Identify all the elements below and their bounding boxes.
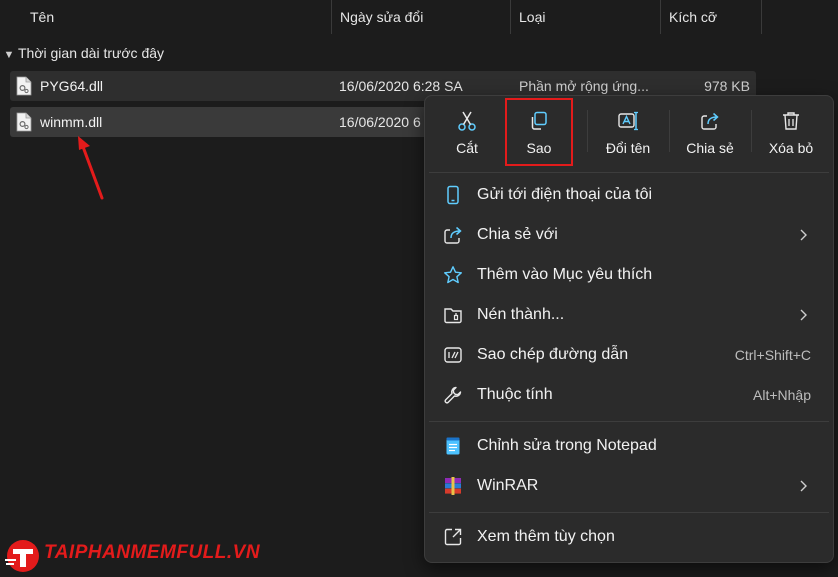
wrench-icon xyxy=(444,386,462,404)
winrar-icon xyxy=(445,477,461,495)
toolbar-divider xyxy=(751,110,752,152)
shortcut-text: Ctrl+Shift+C xyxy=(734,347,811,363)
menu-item-properties[interactable]: Thuộc tính Alt+Nhập xyxy=(425,377,833,413)
notepad-icon xyxy=(446,437,460,455)
share-button[interactable]: Chia sẻ xyxy=(671,104,749,164)
toolbar-divider xyxy=(669,110,670,152)
chevron-right-icon xyxy=(800,309,807,321)
chevron-right-icon xyxy=(800,480,807,492)
menu-item-send-to-phone[interactable]: Gửi tới điện thoại của tôi xyxy=(425,177,833,213)
menu-item-label: Thuộc tính xyxy=(477,386,553,403)
menu-item-label: Sao chép đường dẫn xyxy=(477,346,629,363)
menu-item-add-favorite[interactable]: Thêm vào Mục yêu thích xyxy=(425,257,833,293)
menu-item-more-options[interactable]: Xem thêm tùy chọn xyxy=(425,519,833,555)
shortcut-text: Alt+Nhập xyxy=(753,387,811,403)
annotation-arrow-icon xyxy=(78,136,104,200)
cut-button[interactable]: Cắt xyxy=(431,104,503,164)
share-icon xyxy=(444,226,462,244)
rename-icon xyxy=(618,111,638,131)
menu-item-compress[interactable]: Nén thành... xyxy=(425,297,833,333)
menu-item-label: Gửi tới điện thoại của tôi xyxy=(477,186,653,203)
phone-icon xyxy=(447,185,459,205)
column-divider[interactable] xyxy=(761,0,762,34)
menu-item-label: Nén thành... xyxy=(477,306,565,323)
zip-folder-icon xyxy=(444,308,462,324)
toolbar-divider xyxy=(587,110,588,152)
menu-item-share-with[interactable]: Chia sẻ với xyxy=(425,217,833,253)
rename-button[interactable]: Đổi tên xyxy=(589,104,667,164)
file-date: 16/06/2020 6 xyxy=(339,114,421,130)
logo-badge-icon xyxy=(5,540,39,572)
context-toolbar: Cắt Sao Đổi tên Chia sẻ Xóa bỏ xyxy=(425,96,833,166)
menu-divider xyxy=(429,512,829,513)
column-header: Tên Ngày sửa đổi Loại Kích cỡ xyxy=(0,0,838,34)
scissors-icon xyxy=(458,111,476,131)
menu-item-label: Chỉnh sửa trong Notepad xyxy=(477,437,657,454)
share-label: Chia sẻ xyxy=(686,140,734,156)
highlight-box xyxy=(505,98,573,166)
column-modified[interactable]: Ngày sửa đổi xyxy=(332,0,510,34)
menu-item-label: WinRAR xyxy=(477,477,539,494)
menu-item-winrar[interactable]: WinRAR xyxy=(425,468,833,504)
dll-file-icon xyxy=(16,76,32,96)
group-header[interactable]: ▼ Thời gian dài trước đây xyxy=(0,42,164,64)
watermark-logo: TAIPHANMEMFULL.VN xyxy=(0,536,300,576)
dll-file-icon xyxy=(16,112,32,132)
menu-item-label: Chia sẻ với xyxy=(477,226,558,243)
delete-label: Xóa bỏ xyxy=(768,140,814,156)
menu-item-label: Thêm vào Mục yêu thích xyxy=(477,266,653,283)
trash-icon xyxy=(783,112,799,130)
menu-divider xyxy=(429,172,829,173)
cut-label: Cắt xyxy=(456,140,478,156)
column-size[interactable]: Kích cỡ xyxy=(661,0,761,34)
menu-item-label: Xem thêm tùy chọn xyxy=(477,528,615,545)
more-options-icon xyxy=(444,528,462,546)
delete-button[interactable]: Xóa bỏ xyxy=(753,104,829,164)
chevron-right-icon xyxy=(800,229,807,241)
column-name[interactable]: Tên xyxy=(22,0,330,34)
file-name: PYG64.dll xyxy=(40,78,104,94)
menu-item-copy-path[interactable]: Sao chép đường dẫn Ctrl+Shift+C xyxy=(425,337,833,373)
menu-item-edit-notepad[interactable]: Chỉnh sửa trong Notepad xyxy=(425,428,833,464)
share-icon xyxy=(701,112,719,130)
context-menu: Cắt Sao Đổi tên Chia sẻ Xóa bỏ Gửi tới đ… xyxy=(424,95,834,563)
chevron-down-icon[interactable]: ▼ xyxy=(0,44,18,66)
star-icon xyxy=(444,266,462,284)
rename-label: Đổi tên xyxy=(605,140,651,156)
group-label: Thời gian dài trước đây xyxy=(18,45,165,61)
column-type[interactable]: Loại xyxy=(511,0,659,34)
watermark-brand: TAIPHANMEMFULL.VN xyxy=(44,542,261,563)
copy-path-icon xyxy=(444,347,462,363)
menu-divider xyxy=(429,421,829,422)
